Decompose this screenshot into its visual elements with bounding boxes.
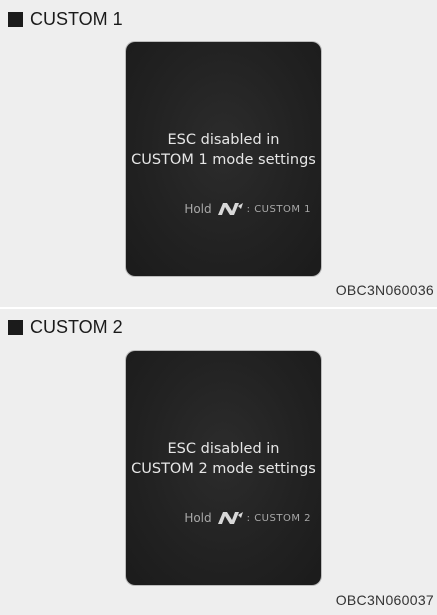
- hold-mode-label: : CUSTOM 1: [246, 203, 311, 215]
- hold-hint: Hold : CUSTOM 1: [184, 202, 311, 216]
- esc-message-line2: CUSTOM 1 mode settings: [131, 152, 316, 168]
- hold-label: Hold: [184, 202, 212, 216]
- n-mode-icon: [217, 203, 243, 215]
- section-header: CUSTOM 1: [8, 8, 123, 30]
- esc-message: ESC disabled in CUSTOM 2 mode settings: [126, 439, 321, 479]
- cluster-display-screen: ESC disabled in CUSTOM 2 mode settings H…: [126, 351, 321, 585]
- cluster-display-screen: ESC disabled in CUSTOM 1 mode settings H…: [126, 42, 321, 276]
- hold-hint: Hold : CUSTOM 2: [184, 511, 311, 525]
- custom-2-section: CUSTOM 2 ESC disabled in CUSTOM 2 mode s…: [0, 309, 437, 615]
- esc-message-line1: ESC disabled in: [167, 132, 280, 148]
- hold-label: Hold: [184, 511, 212, 525]
- section-heading: CUSTOM 1: [30, 9, 123, 29]
- black-square-icon: [8, 11, 23, 27]
- esc-message-line2: CUSTOM 2 mode settings: [131, 461, 316, 477]
- esc-message-line1: ESC disabled in: [167, 441, 280, 457]
- black-square-icon: [8, 319, 23, 335]
- esc-message: ESC disabled in CUSTOM 1 mode settings: [126, 130, 321, 170]
- section-heading: CUSTOM 2: [30, 317, 123, 337]
- hold-mode-label: : CUSTOM 2: [246, 512, 311, 524]
- n-mode-icon: [217, 512, 243, 524]
- section-header: CUSTOM 2: [8, 316, 123, 338]
- figure-reference-code: OBC3N060037: [335, 592, 434, 608]
- custom-1-section: CUSTOM 1 ESC disabled in CUSTOM 1 mode s…: [0, 0, 437, 307]
- figure-reference-code: OBC3N060036: [335, 282, 434, 298]
